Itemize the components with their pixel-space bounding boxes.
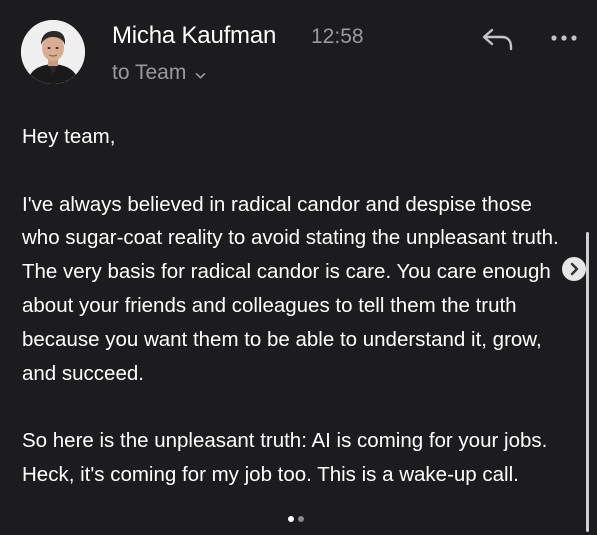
carousel-pagination <box>288 516 304 522</box>
email-header: Micha Kaufman 12:58 to Team <box>0 0 597 100</box>
reply-icon <box>482 28 513 51</box>
pagination-dot[interactable] <box>298 516 304 522</box>
avatar-photo <box>21 20 85 84</box>
pagination-dot-active[interactable] <box>288 516 294 522</box>
recipient-dropdown[interactable]: to Team <box>112 60 206 86</box>
recipient-label: to Team <box>112 61 187 84</box>
sent-time: 12:58 <box>311 25 364 48</box>
email-paragraph: I've always believed in radical candor a… <box>22 192 559 385</box>
email-paragraph: So here is the unpleasant truth: AI is c… <box>22 429 548 486</box>
email-view: Micha Kaufman 12:58 to Team Hey team, I'… <box>0 0 597 535</box>
next-slide-button[interactable] <box>562 257 586 281</box>
email-body: Hey team, I've always believed in radica… <box>22 120 567 492</box>
reply-button[interactable] <box>480 24 516 54</box>
chevron-down-icon <box>195 62 206 86</box>
sender-name[interactable]: Micha Kaufman <box>112 22 276 50</box>
scrollbar[interactable] <box>586 232 589 532</box>
sender-avatar[interactable] <box>21 20 85 84</box>
email-greeting: Hey team, <box>22 125 116 148</box>
chevron-right-icon <box>570 262 579 276</box>
more-horizontal-icon <box>551 35 577 41</box>
more-options-button[interactable] <box>549 28 579 48</box>
